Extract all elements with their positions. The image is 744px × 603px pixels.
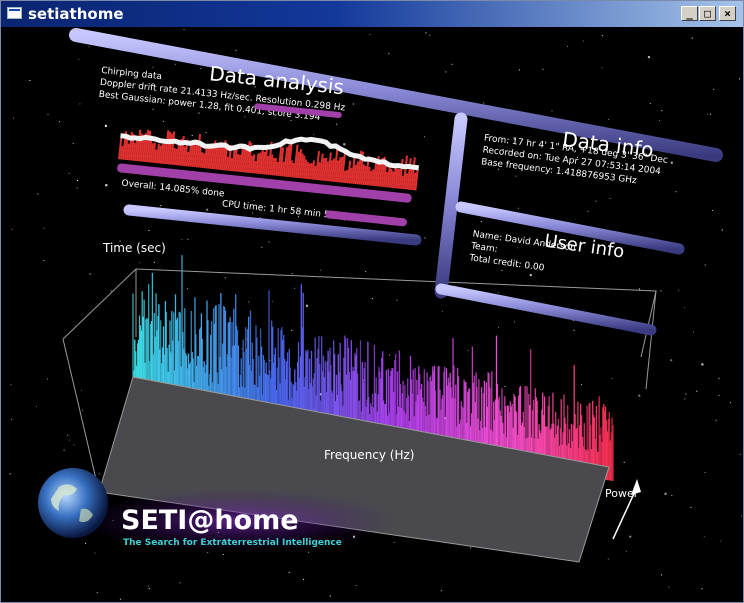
app-window-icon [7,7,22,19]
maximize-button[interactable]: □ [699,6,716,21]
scene-svg: Data analysis Chirping data Doppler drif… [9,28,742,600]
window-title: setiathome [28,5,124,23]
user-info-credit: Total credit: 0.00 [468,253,545,274]
setiathome-window: setiathome _ □ × Data analysis Chirping … [0,0,744,603]
power-axis-label: Power [605,487,639,500]
logo-name: SETI@home [121,505,299,536]
frequency-axis-label: Frequency (Hz) [324,448,415,462]
data-info-panel: Data info From: 17 hr 4' 1" RA, +18 deg … [481,127,669,186]
data-analysis-panel: Data analysis Chirping data Doppler drif… [98,61,420,227]
cpu-time-bar [325,210,408,227]
close-button[interactable]: × [719,6,736,21]
time-axis-label: Time (sec) [102,241,166,255]
minimize-button[interactable]: _ [681,6,698,21]
logo-tagline: The Search for Extraterrestrial Intellig… [123,538,342,548]
earth-globe-icon [38,468,108,538]
title-bar[interactable]: setiathome _ □ × [1,1,743,27]
screensaver-canvas: Data analysis Chirping data Doppler drif… [1,27,743,602]
